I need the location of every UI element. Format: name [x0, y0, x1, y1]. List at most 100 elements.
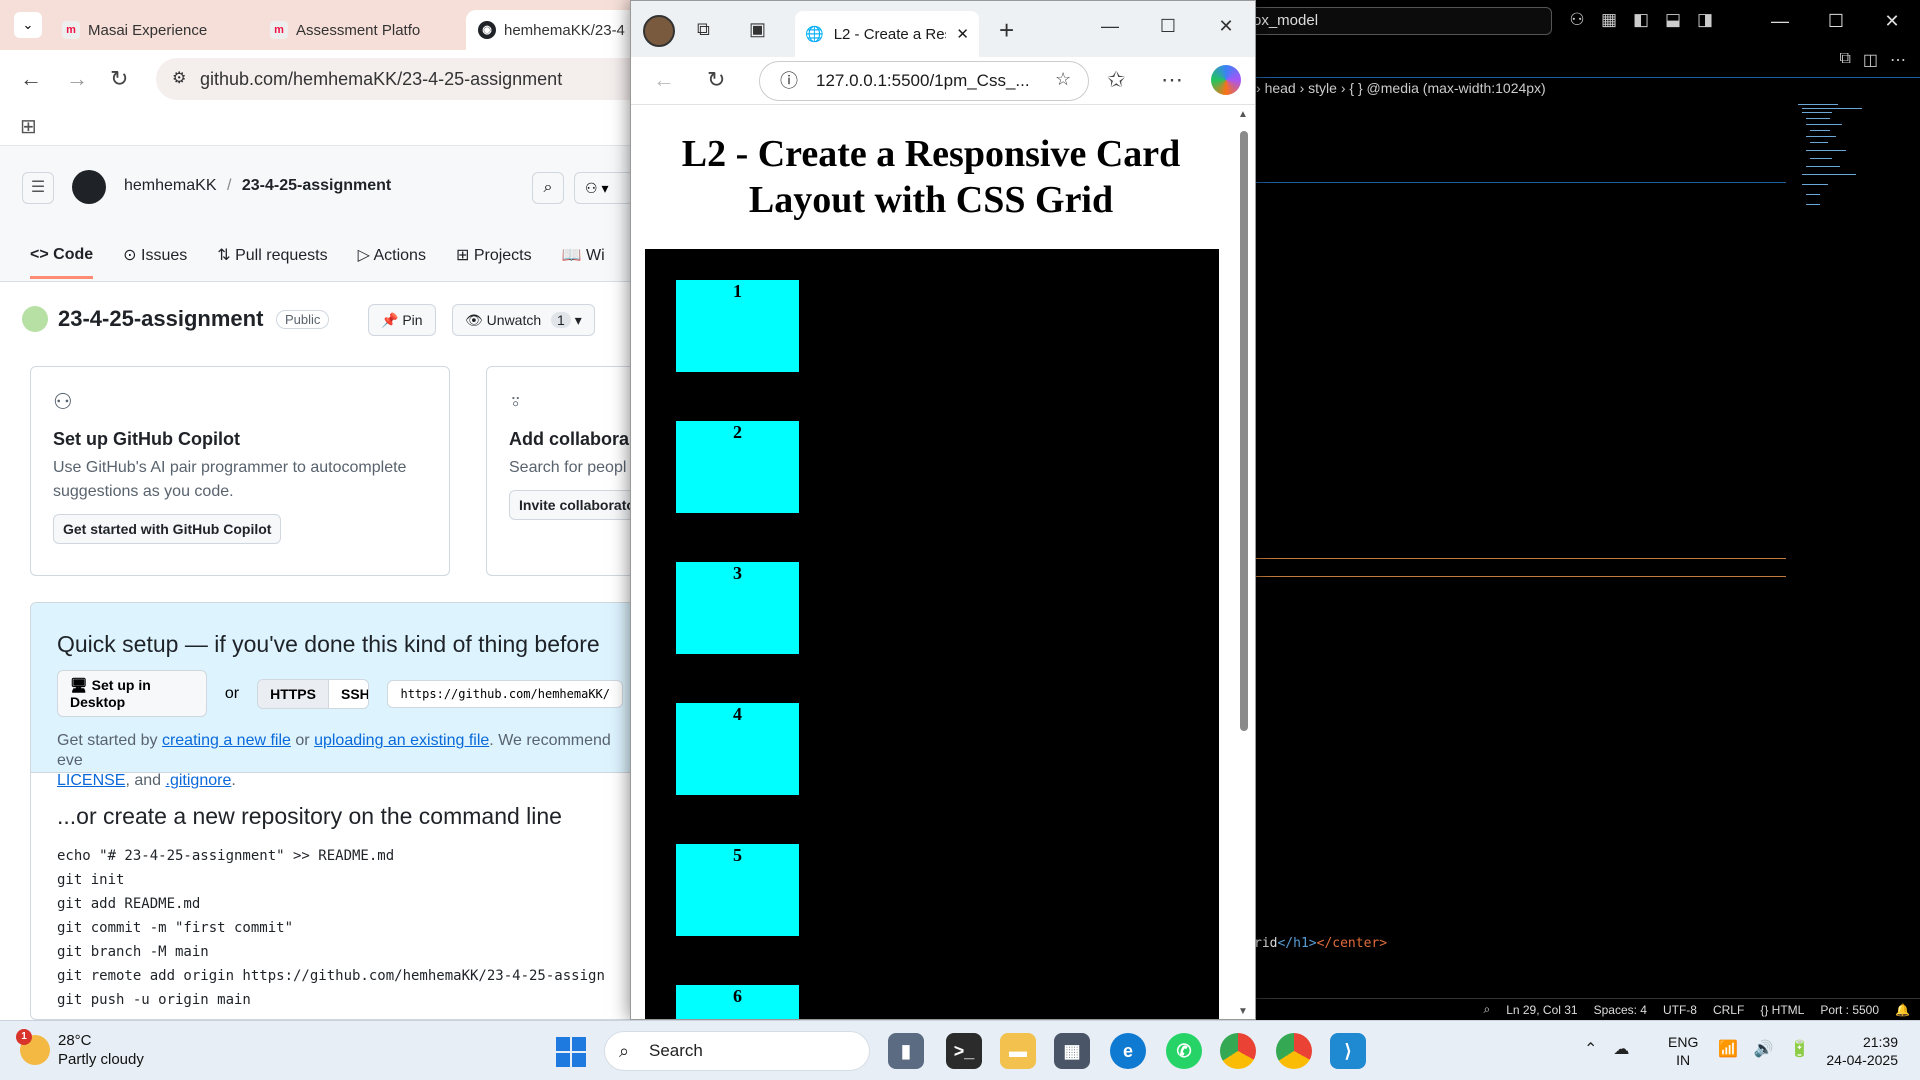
toggle-secondary-sidebar-icon[interactable]: ◨	[1694, 9, 1716, 31]
status-encoding[interactable]: UTF-8	[1663, 1003, 1697, 1017]
github-logo-icon[interactable]	[72, 170, 106, 204]
windows-start-icon[interactable]	[556, 1037, 586, 1067]
back-arrow-icon[interactable]: ←	[20, 66, 42, 92]
ssh-tab[interactable]: SSH	[328, 679, 369, 708]
quick-settings[interactable]: 📶 🔊 🔋	[1718, 1039, 1810, 1059]
toggle-panel-icon[interactable]: ⬓	[1662, 9, 1684, 31]
breadcrumb-style[interactable]: style	[1308, 80, 1337, 96]
copilot-icon[interactable]	[1211, 65, 1241, 95]
favorites-icon[interactable]: ✩	[1107, 67, 1125, 93]
nav-wiki[interactable]: 📖 Wi	[562, 245, 605, 265]
status-live-server-port[interactable]: Port : 5500	[1820, 1003, 1879, 1017]
license-link[interactable]: LICENSE	[57, 772, 125, 789]
reload-icon[interactable]: ↻	[707, 67, 725, 93]
address-bar[interactable]: ⚙ github.com/hemhemaKK/23-4-25-assignmen…	[156, 58, 640, 100]
vscode-icon[interactable]: ⟩	[1330, 1033, 1366, 1069]
tab-preview[interactable]: 🌐 L2 - Create a Resp ✕	[795, 11, 979, 57]
setup-desktop-button[interactable]: 🖥 Set up in Desktop	[57, 670, 207, 717]
chrome-profile-icon[interactable]	[1276, 1033, 1312, 1069]
pin-button[interactable]: 📌 Pin	[368, 304, 436, 336]
workspaces-icon[interactable]: ⧉	[697, 19, 710, 40]
reload-icon[interactable]: ↻	[110, 66, 128, 92]
hamburger-menu-icon[interactable]: ☰	[22, 172, 54, 204]
minimize-icon[interactable]: —	[1081, 1, 1139, 51]
new-tab-icon[interactable]: +	[999, 15, 1014, 46]
info-icon[interactable]: ⓘ	[780, 62, 798, 100]
terminal-icon[interactable]: >_	[946, 1033, 982, 1069]
taskbar-search[interactable]: ⌕ Search	[604, 1031, 870, 1071]
onedrive-icon[interactable]: ☁	[1613, 1039, 1629, 1059]
site-settings-icon[interactable]: ⚙	[172, 58, 186, 100]
language-indicator[interactable]: ENG IN	[1668, 1033, 1698, 1069]
upload-file-link[interactable]: uploading an existing file	[314, 732, 489, 749]
owner-link[interactable]: hemhemaKK	[124, 177, 217, 194]
gitignore-link[interactable]: .gitignore	[166, 772, 232, 789]
tab-label: Masai Experience	[88, 21, 208, 39]
task-view-icon[interactable]: ▮	[888, 1033, 924, 1069]
edge-icon[interactable]: e	[1110, 1033, 1146, 1069]
toggle-sidebar-icon[interactable]: ◧	[1630, 9, 1652, 31]
cli-code[interactable]: echo "# 23-4-25-assignment" >> README.md…	[57, 844, 623, 1012]
page-scrollbar[interactable]: ▲ ▼	[1233, 105, 1255, 1019]
scroll-thumb[interactable]	[1240, 131, 1248, 731]
breadcrumb-head[interactable]: head	[1265, 80, 1296, 96]
tab-github[interactable]: ◉ hemhemaKK/23-4	[466, 10, 637, 50]
clock[interactable]: 21:39 24-04-2025	[1826, 1033, 1898, 1069]
apps-grid-icon[interactable]: ⊞	[20, 114, 37, 139]
maximize-icon[interactable]: ☐	[1139, 1, 1197, 51]
command-center[interactable]: ox_model	[1250, 7, 1552, 35]
invite-collaborators-button[interactable]: Invite collaborato	[509, 490, 640, 520]
breadcrumb-media[interactable]: { } @media (max-width:1024px)	[1349, 80, 1545, 96]
scroll-down-icon[interactable]: ▼	[1238, 1006, 1248, 1017]
clone-url-field[interactable]: https://github.com/hemhemaKK/	[387, 679, 623, 708]
maximize-icon[interactable]: ☐	[1808, 0, 1864, 42]
whatsapp-icon[interactable]: ✆	[1166, 1033, 1202, 1069]
open-preview-icon[interactable]: ⧉	[1839, 50, 1850, 70]
unwatch-button[interactable]: 👁 Unwatch 1 ▾	[452, 304, 595, 336]
status-cursor-position[interactable]: Ln 29, Col 31	[1506, 1003, 1577, 1017]
zoom-icon[interactable]: ⌕	[1483, 1002, 1490, 1017]
calculator-icon[interactable]: ▦	[1054, 1033, 1090, 1069]
close-tab-icon[interactable]: ✕	[956, 25, 969, 43]
more-icon[interactable]: ⋯	[1161, 67, 1183, 93]
tab-search-chevron-icon[interactable]: ⌄	[14, 12, 42, 38]
profile-avatar[interactable]	[643, 15, 675, 47]
customize-layout-icon[interactable]: ▦	[1598, 9, 1620, 31]
address-bar[interactable]: ⓘ 127.0.0.1:5500/1pm_Css_...	[759, 61, 1089, 101]
nav-issues[interactable]: ⊙ Issues	[123, 245, 187, 265]
forward-arrow-icon[interactable]: →	[66, 66, 88, 92]
status-language[interactable]: {} HTML	[1760, 1003, 1804, 1017]
search-icon[interactable]: ⌕	[532, 172, 564, 204]
search-icon: ⌕	[619, 1041, 630, 1061]
nav-projects[interactable]: ⊞ Projects	[456, 245, 532, 265]
status-eol[interactable]: CRLF	[1713, 1003, 1744, 1017]
tab-assessment-platform[interactable]: m Assessment Platfo	[270, 10, 420, 50]
copilot-icon[interactable]: ⚇	[1566, 9, 1588, 31]
close-icon[interactable]: ✕	[1864, 0, 1920, 42]
chrome-icon[interactable]	[1220, 1033, 1256, 1069]
bell-icon[interactable]: 🔔	[1895, 1003, 1910, 1017]
close-icon[interactable]: ✕	[1197, 1, 1255, 51]
scroll-up-icon[interactable]: ▲	[1238, 109, 1248, 120]
minimize-icon[interactable]: —	[1752, 0, 1808, 42]
weather-widget[interactable]: 1 28°C Partly cloudy	[16, 1029, 144, 1069]
nav-actions[interactable]: ▷ Actions	[358, 245, 426, 265]
tab-masai-experience[interactable]: m Masai Experience	[62, 10, 207, 50]
nav-code[interactable]: <> Code	[30, 246, 94, 279]
repo-link[interactable]: 23-4-25-assignment	[242, 177, 391, 194]
chevron-up-icon[interactable]: ⌃	[1584, 1039, 1597, 1059]
tab-actions-icon[interactable]: ▣	[749, 19, 766, 40]
more-actions-icon[interactable]: ⋯	[1890, 50, 1906, 70]
https-tab[interactable]: HTTPS	[258, 679, 329, 708]
favorite-star-icon[interactable]: ☆	[1055, 69, 1071, 90]
status-indentation[interactable]: Spaces: 4	[1594, 1003, 1647, 1017]
back-arrow-icon[interactable]: ←	[653, 67, 675, 93]
file-explorer-icon[interactable]: ▬	[1000, 1033, 1036, 1069]
minimap[interactable]	[1794, 104, 1914, 234]
create-file-link[interactable]: creating a new file	[162, 732, 291, 749]
nav-pull-requests[interactable]: ⇅ Pull requests	[217, 245, 327, 265]
split-editor-icon[interactable]: ◫	[1863, 50, 1878, 70]
code-editor[interactable]	[1250, 104, 1920, 1000]
copilot-get-started-button[interactable]: Get started with GitHub Copilot	[53, 514, 282, 544]
copilot-menu-icon[interactable]: ⚇ ▾	[574, 172, 634, 204]
